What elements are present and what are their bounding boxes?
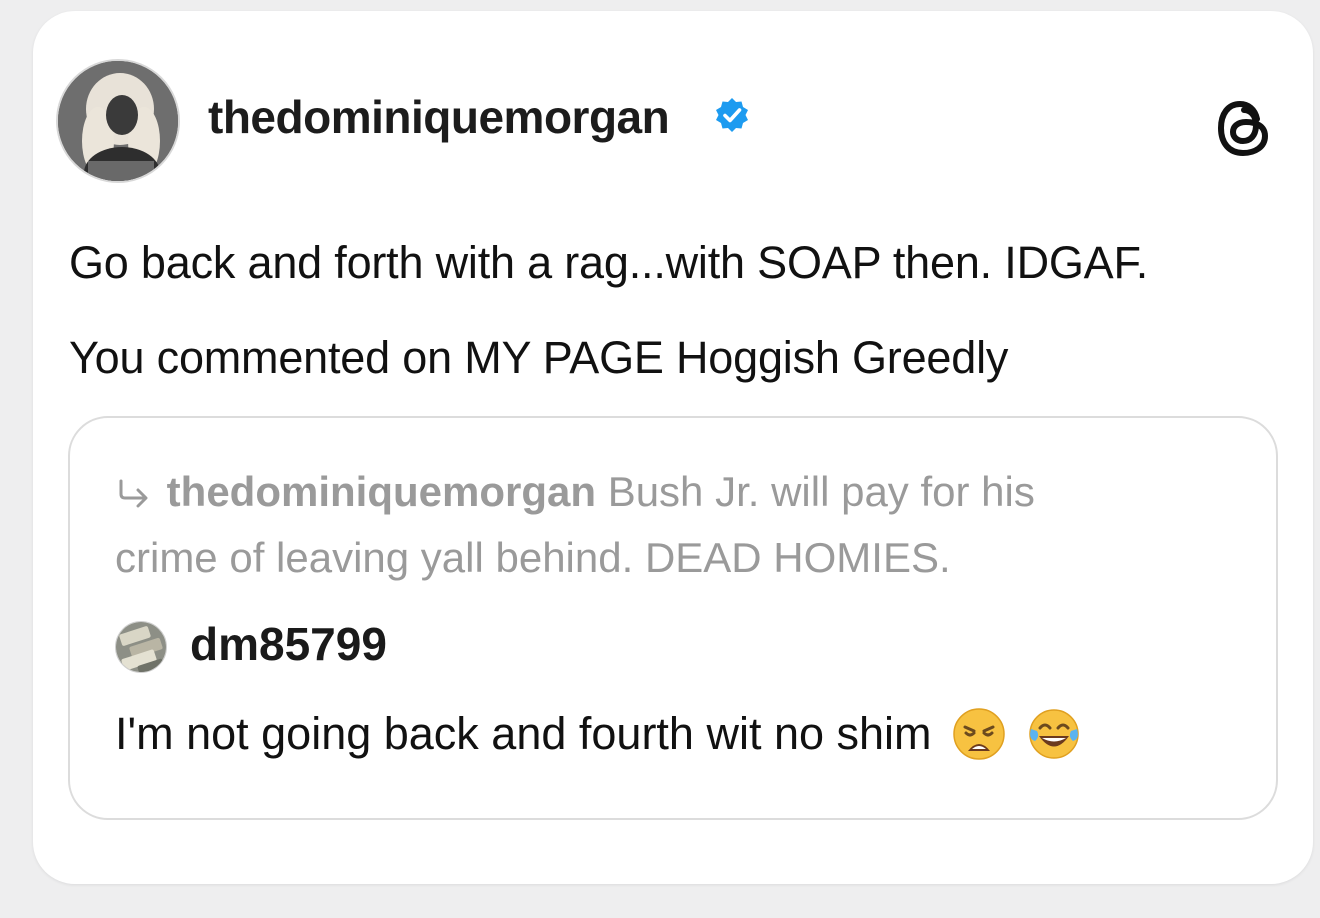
post-card: thedominiquemorgan Go back and forth wit… — [33, 11, 1313, 884]
reply-context-line-1: thedominiquemorgan Bush Jr. will pay for… — [115, 466, 1035, 518]
quoted-post[interactable]: thedominiquemorgan Bush Jr. will pay for… — [68, 416, 1278, 820]
weary-face-emoji-icon — [953, 708, 1005, 760]
threads-logo-icon[interactable] — [1213, 95, 1275, 161]
tears-of-joy-emoji-icon — [1028, 709, 1079, 759]
quoted-text: I'm not going back and fourth wit no shi… — [115, 706, 1081, 762]
verified-badge-icon — [716, 98, 748, 132]
reply-context-line-2: crime of leaving yall behind. DEAD HOMIE… — [115, 534, 951, 581]
quoted-user-avatar[interactable] — [115, 621, 167, 673]
quoted-username[interactable]: dm85799 — [190, 616, 387, 672]
post-username[interactable]: thedominiquemorgan — [208, 89, 670, 145]
reply-to-text: Bush Jr. will pay for his — [607, 468, 1035, 515]
reply-to-username[interactable]: thedominiquemorgan — [167, 468, 596, 515]
profile-avatar[interactable] — [56, 59, 180, 183]
reply-arrow-icon — [119, 479, 148, 508]
post-text-line-1: Go back and forth with a rag...with SOAP… — [69, 237, 1149, 288]
post-text-line-2: You commented on MY PAGE Hoggish Greedly — [69, 332, 1009, 383]
quoted-text-content: I'm not going back and fourth wit no shi… — [115, 708, 932, 759]
